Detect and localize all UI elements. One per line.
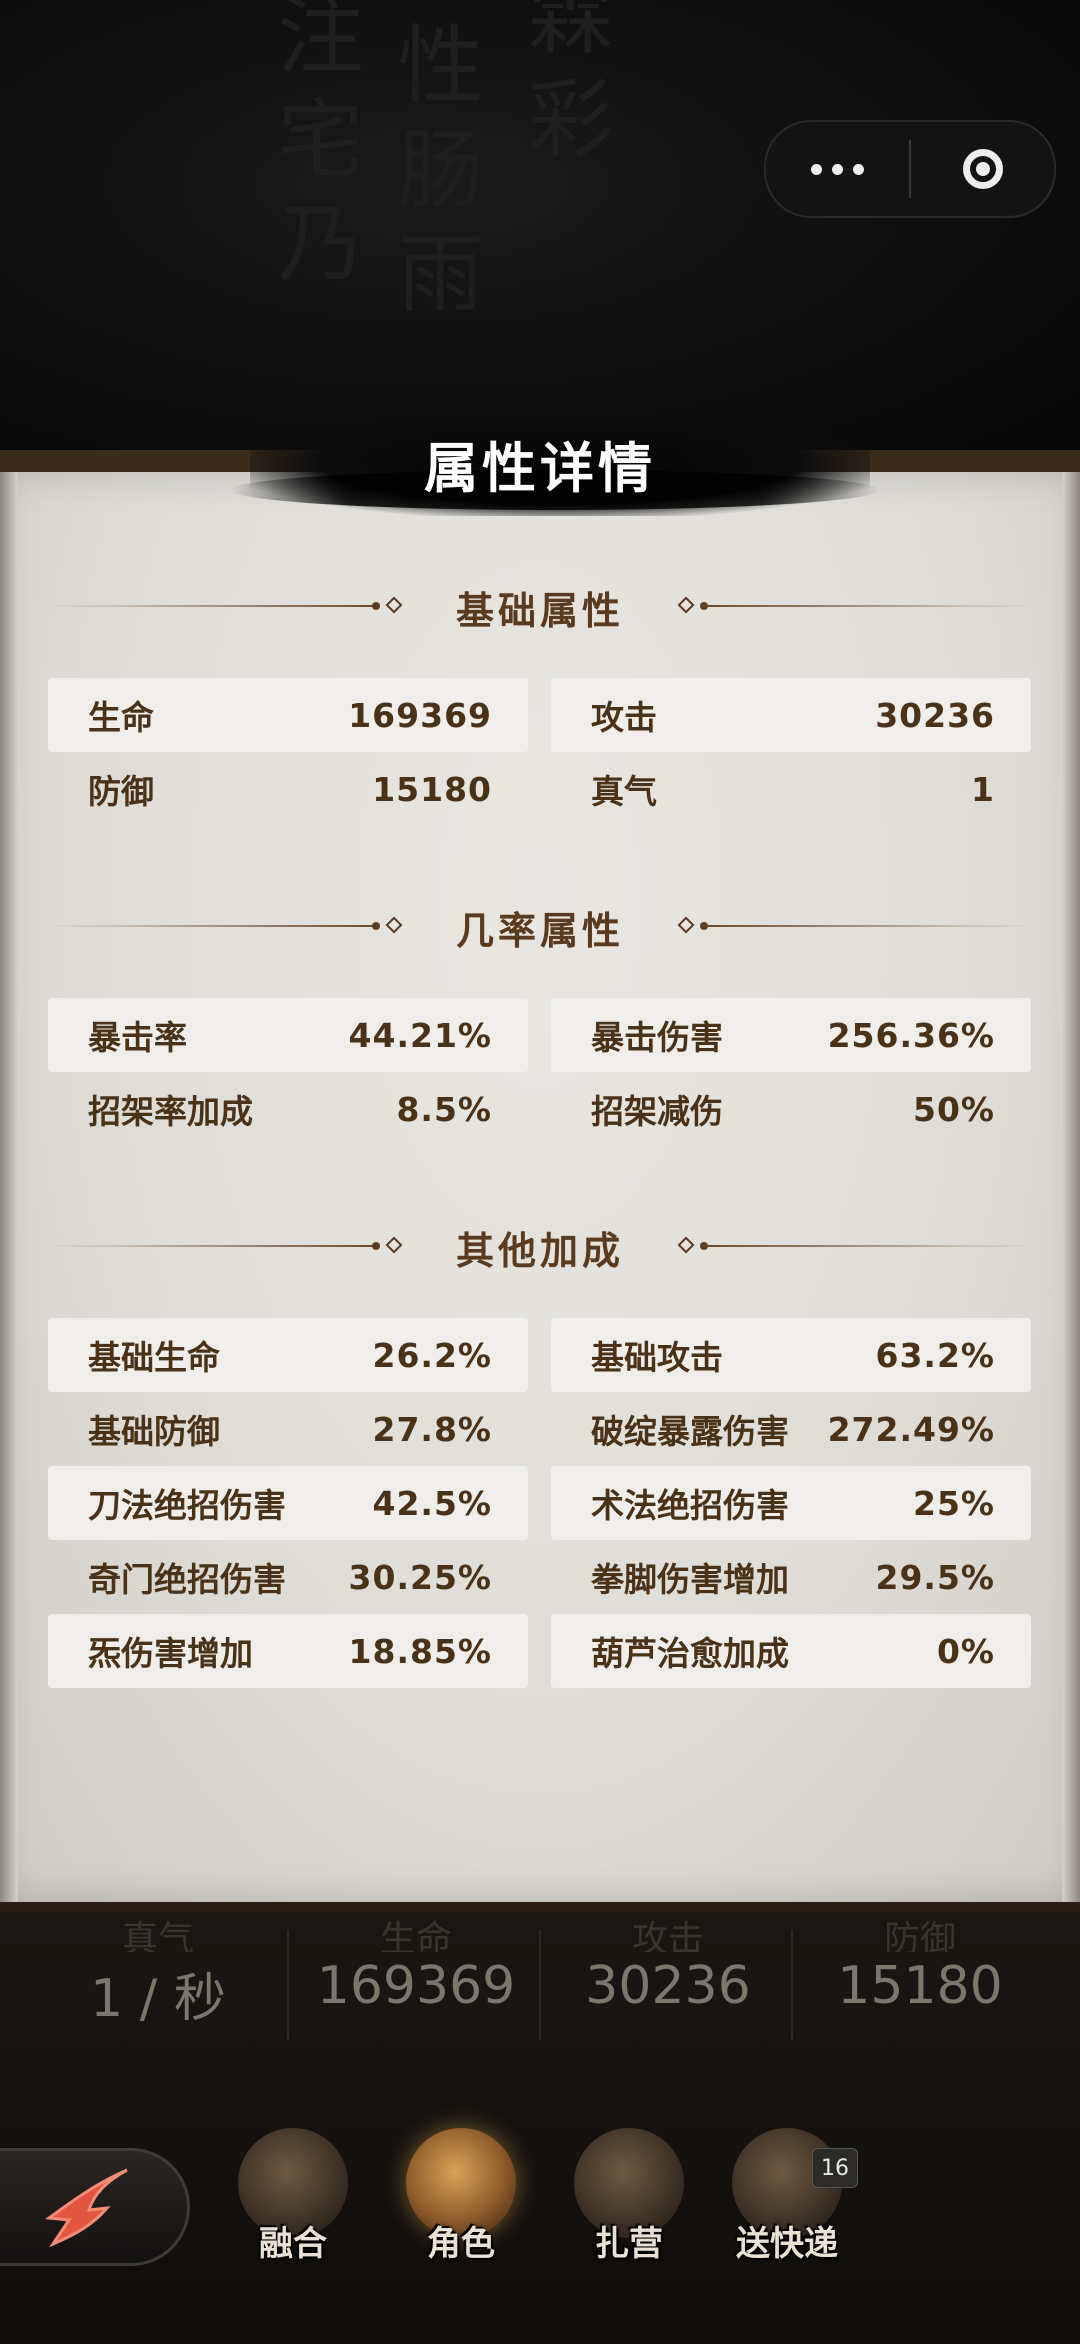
target-close-icon[interactable]	[911, 122, 1054, 216]
page-title: 属性详情	[424, 437, 656, 500]
bottom-stat-hp: 生命 169369	[290, 1920, 542, 2030]
stat-name: 防御	[88, 772, 154, 811]
nav-item-fusion[interactable]: 融合	[218, 2128, 368, 2288]
stat-name: 基础防御	[88, 1412, 220, 1451]
miniprogram-capsule	[764, 120, 1056, 218]
bottom-stat-label: 攻击	[631, 1920, 704, 1952]
nav-item-label: 角色	[427, 2224, 495, 2264]
panel-edge-left	[0, 472, 18, 1902]
stat-name: 破绽暴露伤害	[591, 1412, 789, 1451]
panel-edge-right	[1062, 472, 1080, 1902]
stat-row: 防御 15180	[48, 752, 528, 826]
stat-value: 50%	[913, 1089, 995, 1129]
stat-row: 暴击伤害 256.36%	[551, 998, 1031, 1072]
bottom-stat-attack: 攻击 30236	[542, 1920, 794, 2030]
nav-item-label: 融合	[259, 2224, 327, 2264]
stat-row: 真气 1	[551, 752, 1031, 826]
stat-value: 0%	[936, 1631, 995, 1671]
more-dots-icon[interactable]	[766, 122, 909, 216]
stat-value: 29.5%	[875, 1557, 995, 1597]
stat-value: 15180	[372, 769, 492, 809]
stat-name: 真气	[591, 772, 657, 811]
stat-name: 暴击伤害	[591, 1018, 723, 1057]
stat-row: 暴击率 44.21%	[48, 998, 528, 1072]
stat-row: 奇门绝招伤害 30.25%	[48, 1540, 528, 1614]
stat-row: 基础攻击 63.2%	[551, 1318, 1031, 1392]
stat-row: 招架率加成 8.5%	[48, 1072, 528, 1146]
stat-name: 暴击率	[88, 1018, 187, 1057]
nav-item-label: 送快递	[736, 2224, 838, 2264]
bottom-stat-defense: 防御 15180	[794, 1920, 1046, 2030]
stat-value: 63.2%	[875, 1335, 995, 1375]
stat-value: 26.2%	[372, 1335, 492, 1375]
stat-value: 30236	[875, 695, 995, 735]
section-label: 几率属性	[455, 909, 624, 953]
stat-name: 基础攻击	[591, 1338, 723, 1377]
stat-value: 169369	[348, 695, 492, 735]
section-heading-basic: 基础属性	[48, 576, 1032, 636]
red-arrow-back-icon	[44, 2168, 128, 2248]
nav-item-label: 扎营	[595, 2224, 663, 2264]
stat-row: 刀法绝招伤害 42.5%	[48, 1466, 528, 1540]
stat-row: 葫芦治愈加成 0%	[551, 1614, 1031, 1688]
stat-row: 术法绝招伤害 25%	[551, 1466, 1031, 1540]
stat-row: 基础防御 27.8%	[48, 1392, 528, 1466]
background-calligraphy: 注宅乃	[262, 0, 362, 302]
back-button[interactable]	[0, 2148, 190, 2266]
stat-row: 基础生命 26.2%	[48, 1318, 528, 1392]
stat-value: 18.85%	[348, 1631, 492, 1671]
stat-value: 30.25%	[348, 1557, 492, 1597]
stat-name: 生命	[88, 698, 154, 737]
notification-badge: 16	[812, 2148, 858, 2188]
bottom-stat-value: 15180	[837, 1956, 1003, 2016]
stat-name: 术法绝招伤害	[591, 1486, 789, 1525]
stat-value: 44.21%	[348, 1015, 492, 1055]
heading-ornament-line	[702, 1245, 1032, 1247]
bottom-stat-value: 1 / 秒	[90, 1969, 226, 2029]
stat-row: 生命 169369	[48, 678, 528, 752]
bottom-stat-qi: 真气 1 / 秒	[32, 1920, 284, 2030]
stat-name: 奇门绝招伤害	[88, 1560, 286, 1599]
stat-row: 招架减伤 50%	[551, 1072, 1031, 1146]
stat-name: 刀法绝招伤害	[88, 1486, 286, 1525]
stat-value: 256.36%	[827, 1015, 995, 1055]
stat-name: 葫芦治愈加成	[591, 1634, 789, 1673]
nav-item-character[interactable]: 角色	[386, 2128, 536, 2288]
stat-value: 8.5%	[396, 1089, 492, 1129]
bottom-stat-value: 169369	[316, 1956, 516, 2016]
nav-item-camp[interactable]: 扎营	[554, 2128, 704, 2288]
bottom-stat-value: 30236	[585, 1956, 751, 2016]
stat-value: 27.8%	[372, 1409, 492, 1449]
stat-name: 炁伤害增加	[88, 1634, 253, 1673]
stat-row: 破绽暴露伤害 272.49%	[551, 1392, 1031, 1466]
section-label: 其他加成	[455, 1229, 624, 1273]
stat-name: 拳脚伤害增加	[591, 1560, 789, 1599]
stat-name: 基础生命	[88, 1338, 220, 1377]
bottom-stat-label: 生命	[379, 1920, 452, 1952]
background-calligraphy: 性肠雨	[382, 20, 482, 332]
bottom-stat-divider	[791, 1930, 793, 2040]
stat-name: 招架率加成	[88, 1092, 253, 1131]
heading-ornament-line	[702, 605, 1032, 607]
heading-ornament-line	[702, 925, 1032, 927]
bottom-stat-divider	[287, 1930, 289, 2040]
stat-row: 拳脚伤害增加 29.5%	[551, 1540, 1031, 1614]
bottom-stat-label: 防御	[883, 1920, 956, 1952]
stat-value: 25%	[913, 1483, 995, 1523]
section-label: 基础属性	[455, 589, 624, 633]
stat-row: 攻击 30236	[551, 678, 1031, 752]
stat-row: 炁伤害增加 18.85%	[48, 1614, 528, 1688]
stat-value: 42.5%	[372, 1483, 492, 1523]
section-heading-other: 其他加成	[48, 1216, 1032, 1276]
background-calligraphy: 霖彩	[512, 0, 612, 178]
section-heading-chance: 几率属性	[48, 896, 1032, 956]
stat-value: 272.49%	[827, 1409, 995, 1449]
stat-name: 招架减伤	[591, 1092, 723, 1131]
bottom-stat-label: 真气	[121, 1920, 194, 1952]
stat-value: 1	[971, 769, 995, 809]
stat-name: 攻击	[591, 698, 657, 737]
bottom-stat-divider	[539, 1930, 541, 2040]
